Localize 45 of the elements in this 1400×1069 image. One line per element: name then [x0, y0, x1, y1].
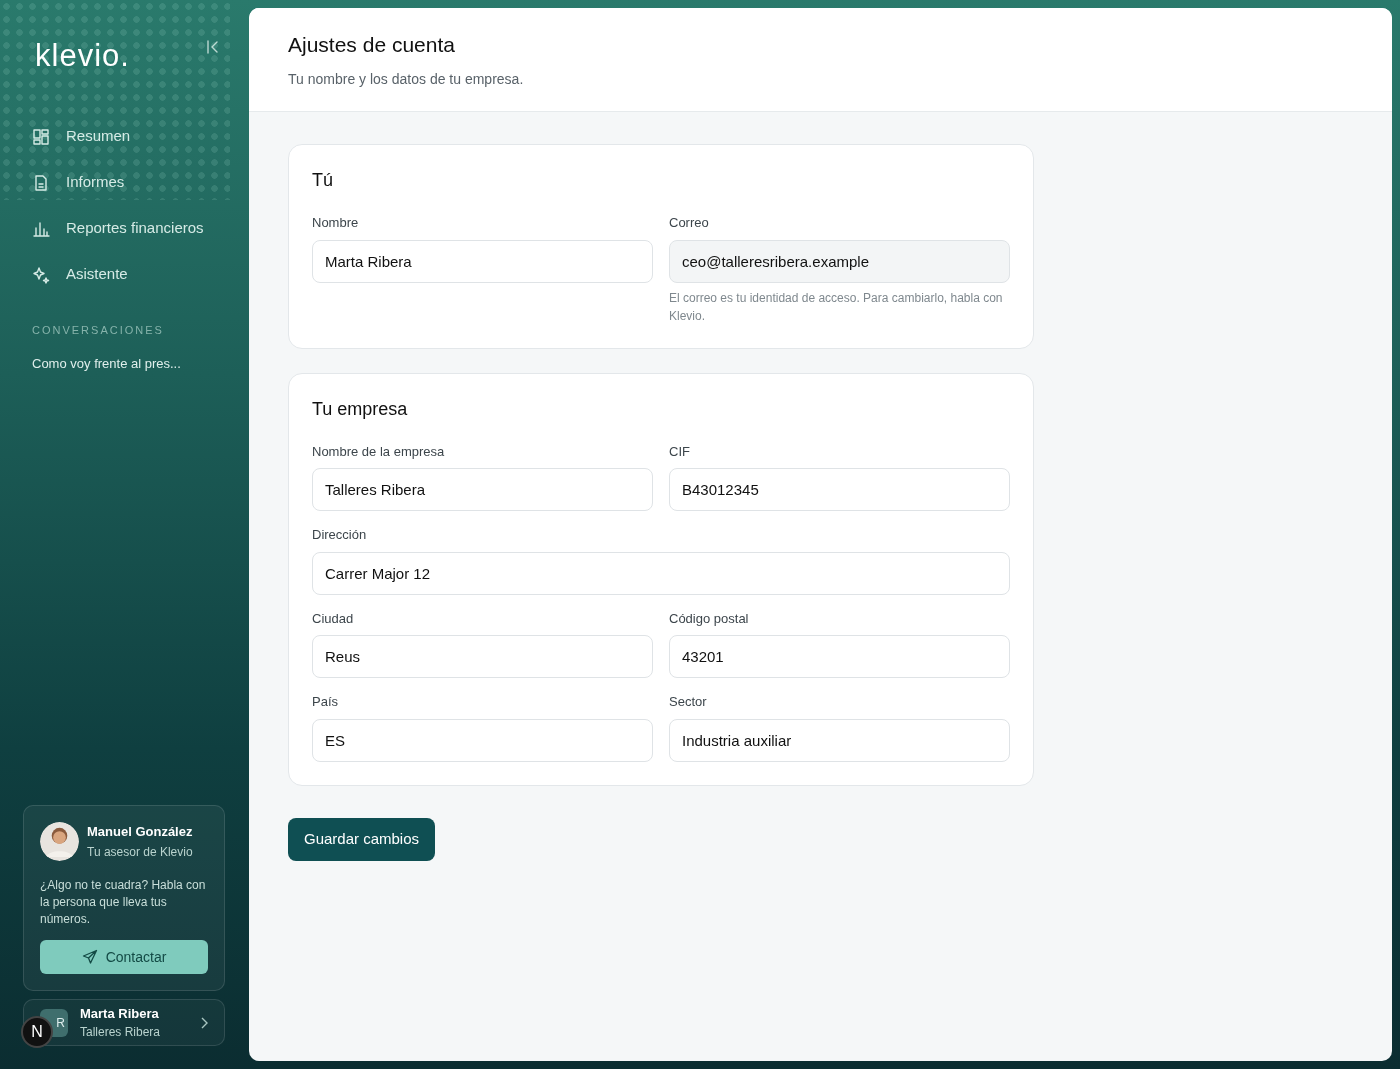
dashboard-icon	[32, 127, 50, 146]
field-label: Sector	[669, 693, 708, 711]
chevron-right-icon	[200, 1016, 208, 1029]
logo: klevio.	[35, 37, 130, 75]
input-field[interactable]: Talleres Ribera	[312, 468, 653, 511]
dev-tools-badge[interactable]: N	[21, 1016, 53, 1048]
page-title: Ajustes de cuenta	[288, 32, 456, 58]
input-field[interactable]: 43201	[669, 635, 1010, 678]
section-title: Tu empresa	[312, 397, 409, 421]
field-label: Nombre de la empresa	[312, 442, 446, 461]
field-label: Código postal	[669, 609, 750, 628]
contact-button[interactable]: Contactar	[40, 940, 208, 974]
field-label: Dirección	[312, 526, 368, 544]
advisor-name: Manuel González	[87, 822, 193, 841]
input-field[interactable]: ES	[312, 718, 653, 762]
advisor-message: ¿Algo no te cuadra? Habla con la persona que lleva tus números.	[40, 877, 207, 928]
field-label: Correo	[669, 214, 710, 232]
conversation-link[interactable]: Como voy frente al pres...	[24, 354, 224, 374]
page-subtitle: Tu nombre y los datos de tu empresa.	[288, 70, 525, 90]
input-field[interactable]: Reus	[312, 635, 653, 678]
avatar	[40, 821, 79, 861]
account-company: Talleres Ribera	[80, 1024, 162, 1042]
nav-item[interactable]: Reportes financieros	[24, 205, 224, 252]
document-icon	[32, 173, 50, 192]
nav-item[interactable]: Asistente	[24, 251, 224, 298]
input-field[interactable]: Marta Ribera	[312, 239, 653, 283]
field-label: CIF	[669, 442, 691, 461]
field-label: País	[312, 693, 339, 711]
field-label: Nombre	[312, 214, 360, 232]
help-text: El correo es tu identidad de acceso. Para cambiarlo, habla con Klevio.	[669, 289, 1004, 325]
section-heading: CONVERSACIONES	[31, 322, 165, 338]
collapse-icon[interactable]	[206, 39, 220, 56]
account-name: Marta Ribera	[80, 1004, 160, 1023]
send-icon	[81, 949, 98, 965]
input-field[interactable]: Carrer Major 12	[312, 551, 1010, 595]
nav-item[interactable]: Informes	[24, 159, 224, 206]
nav-item[interactable]: Resumen	[24, 113, 224, 160]
field-label: Ciudad	[312, 609, 355, 628]
advisor-role: Tu asesor de Klevio	[87, 844, 193, 861]
save-button[interactable]: Guardar cambios	[288, 817, 436, 861]
sparkle-icon	[32, 265, 50, 284]
bar-chart-icon	[32, 219, 50, 238]
input-field[interactable]: Industria auxiliar	[669, 718, 1010, 762]
input-field[interactable]: B43012345	[669, 468, 1010, 511]
section-title: Tú	[312, 169, 334, 192]
